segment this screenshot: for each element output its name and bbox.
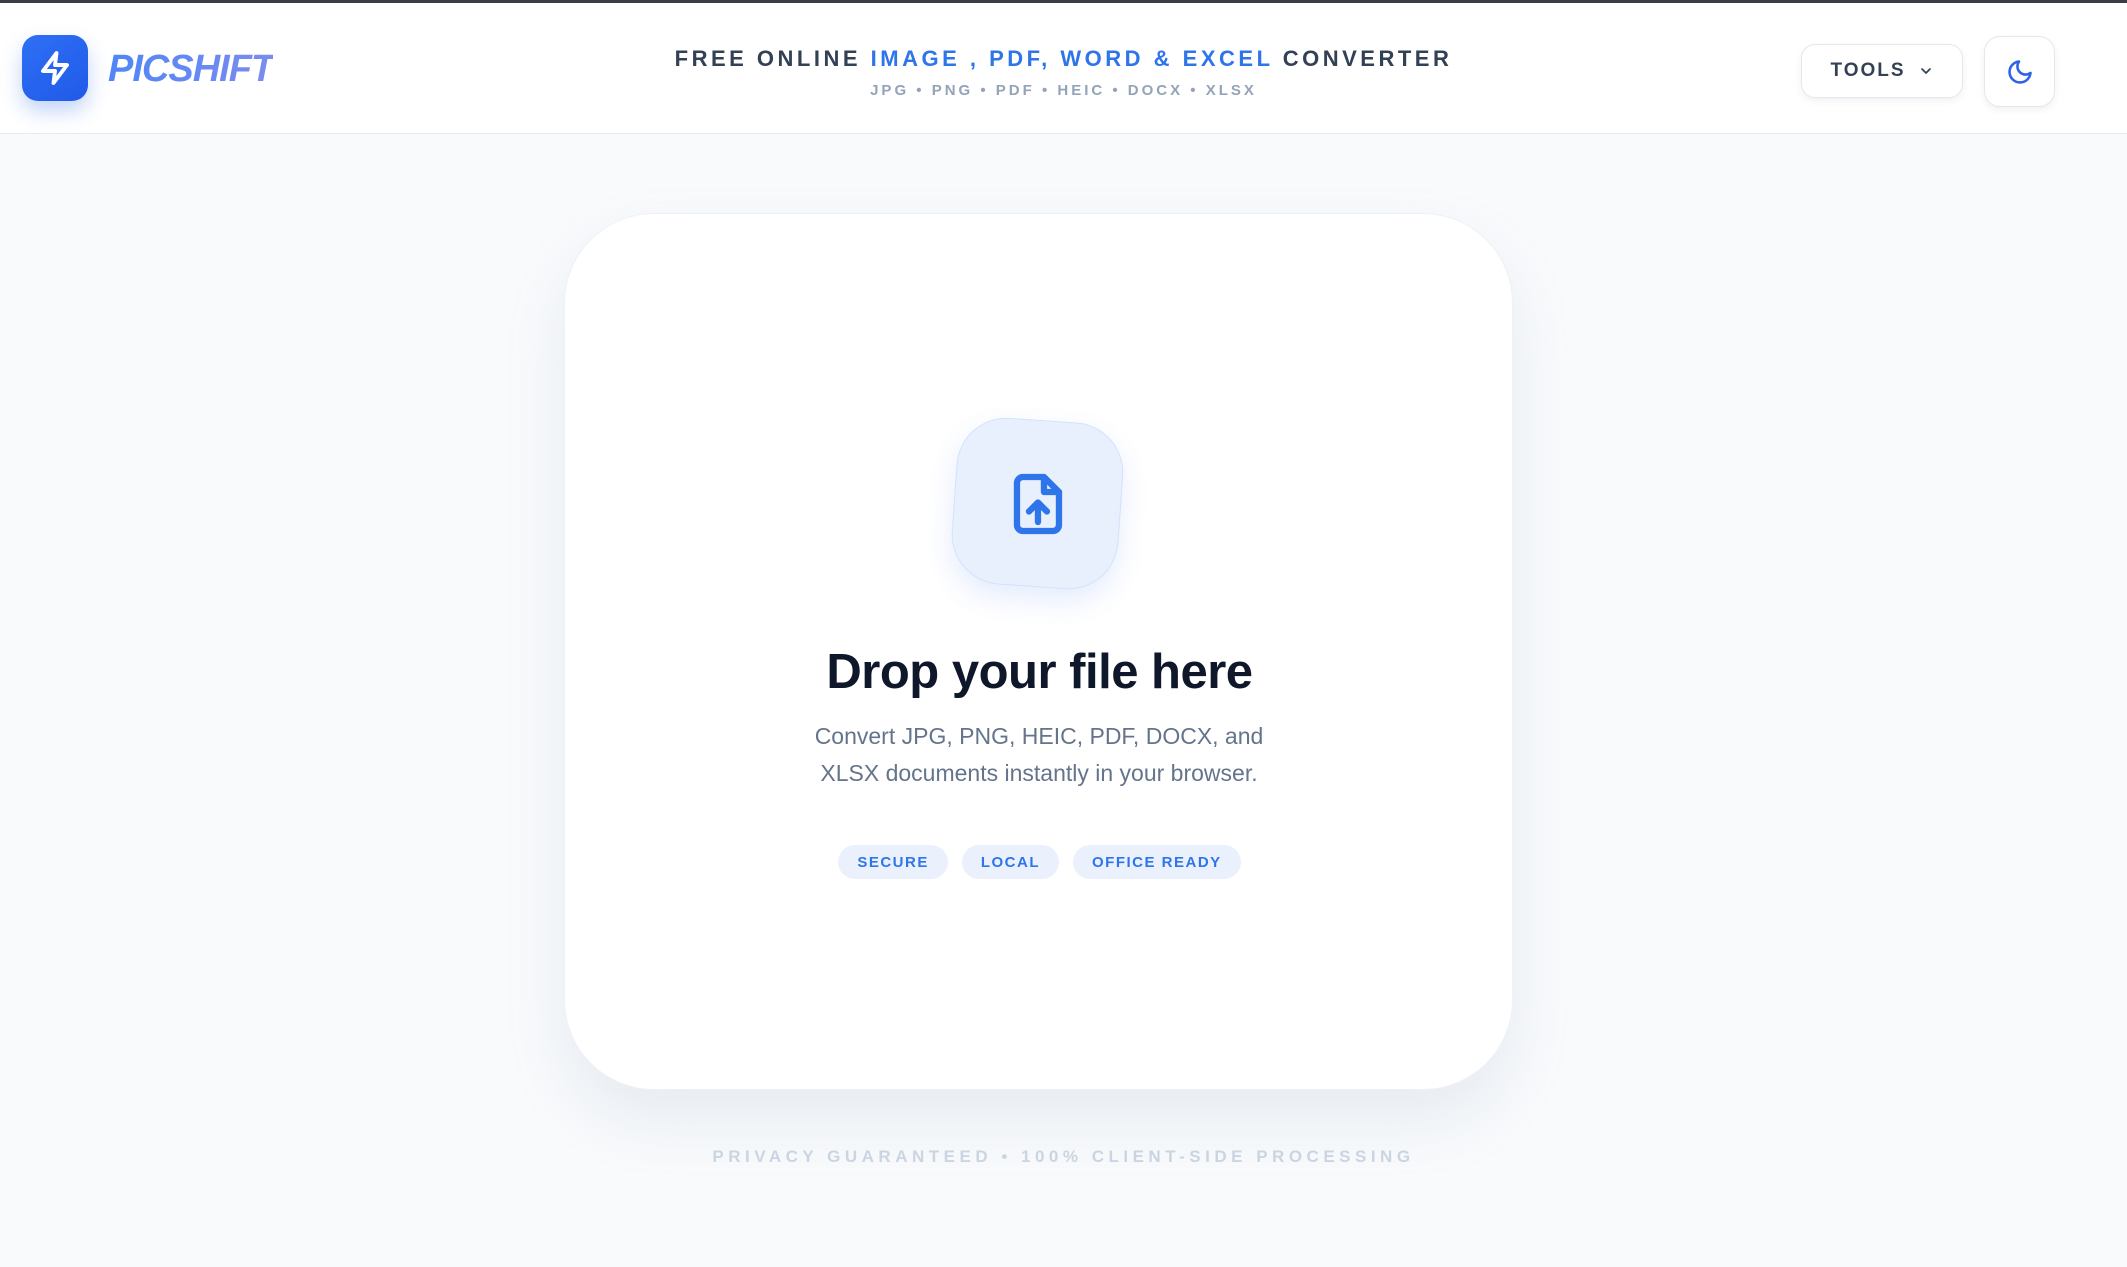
- tagline-prefix: FREE ONLINE: [674, 46, 862, 71]
- privacy-note: PRIVACY GUARANTEED • 100% CLIENT-SIDE PR…: [712, 1147, 1415, 1166]
- tools-label: TOOLS: [1830, 60, 1906, 81]
- theme-toggle-button[interactable]: [1984, 36, 2055, 107]
- upload-icon-container[interactable]: [948, 414, 1127, 593]
- drop-description: Convert JPG, PNG, HEIC, PDF, DOCX, and X…: [814, 723, 1264, 786]
- chevron-down-icon: [1920, 68, 1931, 74]
- tagline-suffix: CONVERTER: [1282, 46, 1453, 71]
- badge-secure: SECURE: [838, 845, 948, 879]
- file-drop-zone[interactable]: Drop your file here Convert JPG, PNG, HE…: [564, 213, 1513, 1090]
- feature-badges: SECURE LOCAL OFFICE READY: [565, 845, 1514, 879]
- badge-office-ready: OFFICE READY: [1073, 845, 1241, 879]
- badge-local: LOCAL: [961, 845, 1059, 879]
- tagline-accent: IMAGE , PDF, WORD & EXCEL: [870, 46, 1274, 71]
- tools-dropdown-button[interactable]: TOOLS: [1801, 44, 1963, 98]
- drop-title: Drop your file here: [826, 645, 1253, 699]
- top-header: PICSHIFT FREE ONLINE IMAGE , PDF, WORD &…: [0, 3, 2127, 134]
- file-upload-icon: [1013, 473, 1062, 534]
- moon-icon: [2007, 59, 2032, 84]
